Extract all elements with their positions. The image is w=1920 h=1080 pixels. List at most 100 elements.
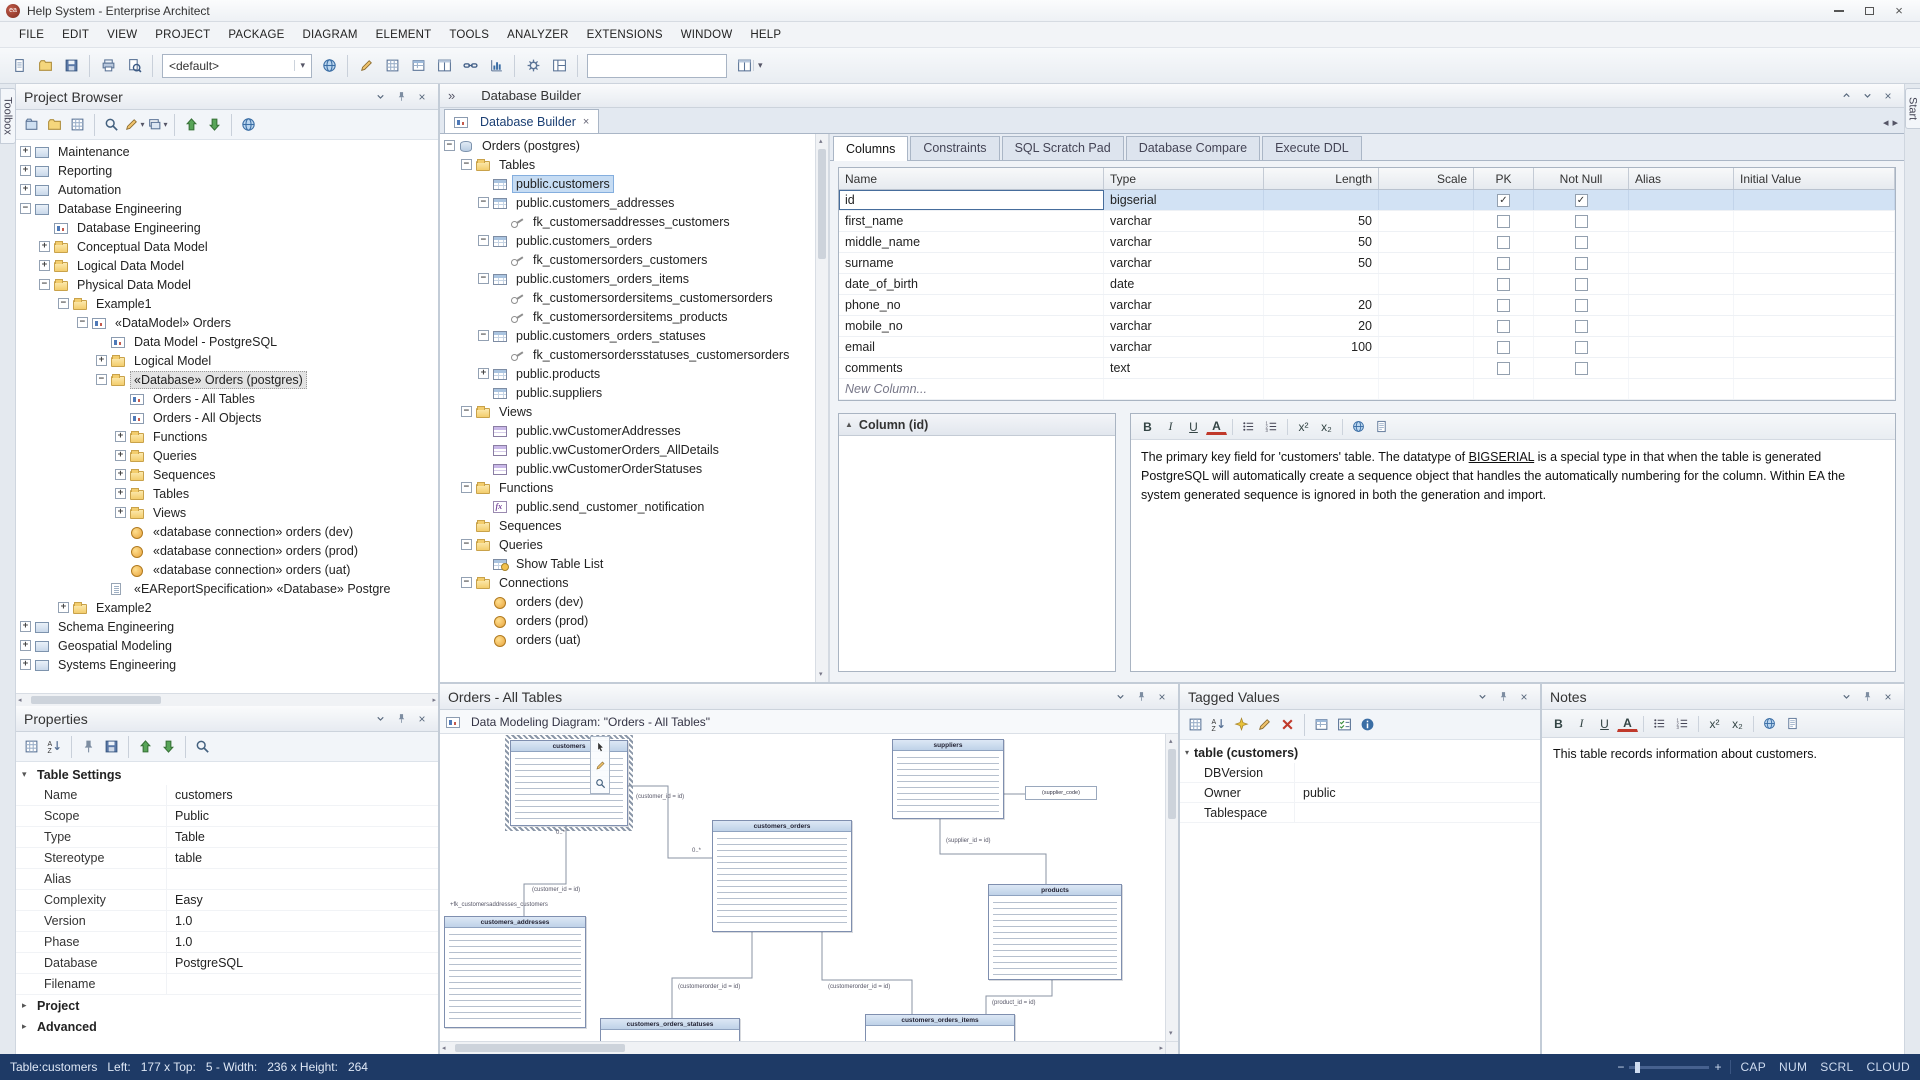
tree-item[interactable]: orders (prod) xyxy=(440,611,815,630)
bold-button[interactable]: B xyxy=(1548,714,1569,734)
column-header[interactable]: Scale xyxy=(1379,168,1474,189)
italic-button[interactable]: I xyxy=(1571,714,1592,734)
open-button[interactable] xyxy=(32,53,58,79)
toolbox-tab[interactable]: Toolbox xyxy=(0,88,16,144)
collapse-icon[interactable] xyxy=(478,330,489,341)
tab-columns[interactable]: Columns xyxy=(833,136,908,161)
start-tab[interactable]: Start xyxy=(1905,88,1920,129)
property-row[interactable]: Namecustomers xyxy=(16,785,438,806)
font-color-button[interactable]: A xyxy=(1206,418,1227,435)
collapse-icon[interactable] xyxy=(461,539,472,550)
property-value[interactable] xyxy=(166,869,438,889)
grid-row[interactable]: idbigserial xyxy=(839,190,1895,211)
window-split-button[interactable] xyxy=(431,53,457,79)
package-button[interactable] xyxy=(20,113,43,136)
bullets-button[interactable] xyxy=(1649,714,1670,734)
property-row[interactable]: DatabasePostgreSQL xyxy=(16,953,438,974)
connector-line[interactable] xyxy=(822,932,912,1014)
tree-item[interactable]: Example2 xyxy=(16,598,438,617)
column-header[interactable]: PK xyxy=(1474,168,1534,189)
tree-item[interactable]: Logical Model xyxy=(16,351,438,370)
entity-customers[interactable]: customers xyxy=(510,740,628,826)
tree-item[interactable]: Orders - All Tables xyxy=(16,389,438,408)
expand-icon[interactable] xyxy=(115,450,126,461)
vertical-scrollbar[interactable]: ▴ ▾ xyxy=(1165,734,1178,1041)
close-icon[interactable]: × xyxy=(414,711,430,727)
close-icon[interactable]: × xyxy=(1154,689,1170,705)
delete-button[interactable] xyxy=(1276,713,1299,736)
grid-new-row[interactable]: New Column... xyxy=(839,379,1895,400)
pk-checkbox[interactable] xyxy=(1497,341,1510,354)
tree-item[interactable]: fk_customersaddresses_customers xyxy=(440,212,815,231)
column-header[interactable]: Name xyxy=(839,168,1104,189)
property-value[interactable]: PostgreSQL xyxy=(166,953,438,973)
grid-row[interactable]: surnamevarchar50 xyxy=(839,253,1895,274)
checklist-button[interactable] xyxy=(1333,713,1356,736)
pencil-tool-button[interactable] xyxy=(592,757,608,773)
tree-item[interactable]: public.customers_addresses xyxy=(440,193,815,212)
tab-database-builder[interactable]: Database Builder × xyxy=(444,109,599,133)
tree-item[interactable]: Automation xyxy=(16,180,438,199)
collapse-icon[interactable] xyxy=(461,482,472,493)
layout-button[interactable] xyxy=(546,53,572,79)
scrollbar-thumb[interactable] xyxy=(31,696,161,704)
menu-window[interactable]: WINDOW xyxy=(672,25,742,45)
superscript-button[interactable]: x² xyxy=(1704,714,1725,734)
scroll-down-icon[interactable]: ▾ xyxy=(819,668,823,681)
italic-button[interactable]: I xyxy=(1160,417,1181,437)
arrow-up-button[interactable] xyxy=(134,735,157,758)
chevron-down-icon[interactable] xyxy=(1112,689,1128,705)
globe-button[interactable] xyxy=(1348,417,1369,437)
collapse-icon[interactable] xyxy=(96,374,107,385)
grid-button[interactable] xyxy=(1184,713,1207,736)
tree-item[interactable]: Connections xyxy=(440,573,815,592)
search-input[interactable] xyxy=(588,56,753,76)
tag-value[interactable] xyxy=(1295,803,1540,822)
window-split-button[interactable] xyxy=(731,53,757,79)
save-button[interactable] xyxy=(100,735,123,758)
column-header[interactable]: Length xyxy=(1264,168,1379,189)
pk-checkbox[interactable] xyxy=(1497,236,1510,249)
tree-item[interactable]: Queries xyxy=(440,535,815,554)
chevron-down-icon[interactable] xyxy=(1474,689,1490,705)
entity-customers_orders[interactable]: customers_orders xyxy=(712,820,852,932)
property-row[interactable]: TypeTable xyxy=(16,827,438,848)
arrow-down-button[interactable] xyxy=(157,735,180,758)
star-new-button[interactable] xyxy=(1230,713,1253,736)
table-button[interactable] xyxy=(405,53,431,79)
nav-left-icon[interactable]: ◂ xyxy=(1883,116,1889,129)
tree-item[interactable]: public.customers_orders_items xyxy=(440,269,815,288)
property-value[interactable]: Public xyxy=(166,806,438,826)
tree-item[interactable]: public.vwCustomerAddresses xyxy=(440,421,815,440)
horizontal-scrollbar[interactable]: ◂ ▸ xyxy=(16,693,438,706)
pk-checkbox[interactable] xyxy=(1497,299,1510,312)
search-button[interactable] xyxy=(100,113,123,136)
pin-icon[interactable] xyxy=(393,711,409,727)
vertical-scrollbar[interactable]: ▴ ▾ xyxy=(815,134,828,682)
pencil-button[interactable] xyxy=(1253,713,1276,736)
scroll-right-icon[interactable]: ▸ xyxy=(432,694,436,707)
save-button[interactable] xyxy=(58,53,84,79)
tree-item[interactable]: public.customers_orders_statuses xyxy=(440,326,815,345)
tree-item[interactable]: public.customers_orders xyxy=(440,231,815,250)
property-value[interactable]: Table xyxy=(166,827,438,847)
numbers-button[interactable]: 123 xyxy=(1261,417,1282,437)
menu-tools[interactable]: TOOLS xyxy=(440,25,498,45)
expand-triangle-icon[interactable]: ▸ xyxy=(22,1021,32,1032)
pin-icon[interactable] xyxy=(393,89,409,105)
scroll-up-icon[interactable]: ▴ xyxy=(1169,735,1173,748)
tree-item[interactable]: public.send_customer_notification xyxy=(440,497,815,516)
notnull-checkbox[interactable] xyxy=(1575,320,1588,333)
scrollbar-thumb[interactable] xyxy=(818,149,826,259)
column-header[interactable]: Initial Value xyxy=(1734,168,1895,189)
close-button[interactable]: × xyxy=(1884,2,1914,20)
tree-item[interactable]: Database Engineering xyxy=(16,218,438,237)
scroll-down-icon[interactable]: ▾ xyxy=(1169,1027,1173,1040)
grid-row[interactable]: first_namevarchar50 xyxy=(839,211,1895,232)
grid-button[interactable] xyxy=(20,735,43,758)
globe-button[interactable] xyxy=(1759,714,1780,734)
menu-edit[interactable]: EDIT xyxy=(53,25,98,45)
menu-analyzer[interactable]: ANALYZER xyxy=(498,25,577,45)
tree-item[interactable]: orders (dev) xyxy=(440,592,815,611)
pk-checkbox[interactable] xyxy=(1497,278,1510,291)
